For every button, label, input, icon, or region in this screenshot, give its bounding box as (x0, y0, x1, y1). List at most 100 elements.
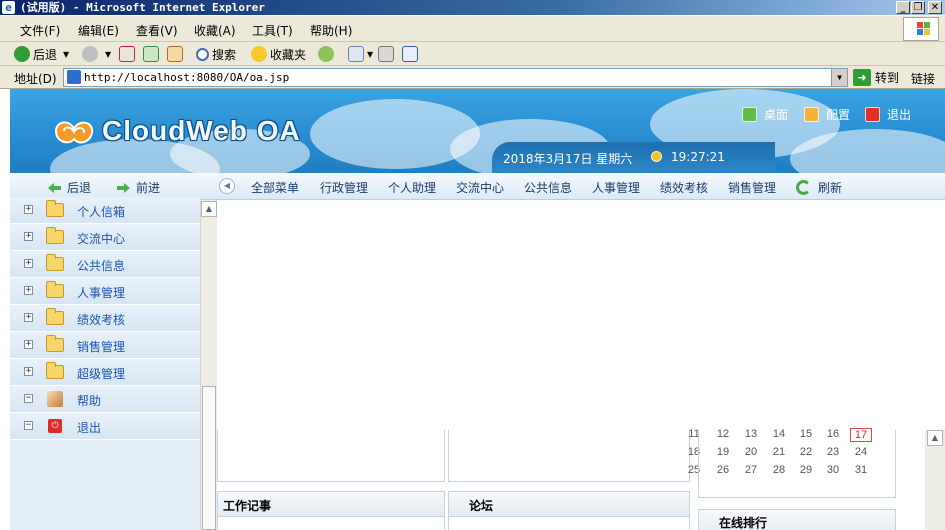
cloudweb-logo-icon (54, 121, 94, 144)
sidebar-item-label: 超级管理 (77, 367, 126, 381)
back-label: 后退 (33, 47, 58, 62)
menu-edit[interactable]: 编辑(E) (78, 22, 119, 39)
refresh-icon (143, 46, 159, 62)
back-dropdown-icon[interactable]: ▼ (63, 50, 69, 59)
online-rank-panel: 在线排行 (698, 509, 896, 530)
sidebar-item-sales[interactable]: + 销售管理 (10, 332, 200, 359)
expand-icon[interactable]: + (24, 340, 33, 349)
nav-sales[interactable]: 销售管理 (728, 179, 776, 196)
mail-dropdown-icon[interactable]: ▼ (367, 50, 373, 59)
address-label: 地址(D) (14, 72, 57, 86)
left-arrow-icon (48, 182, 61, 193)
folder-icon (46, 200, 64, 217)
nav-all-menu[interactable]: 全部菜单 (251, 179, 299, 196)
close-button[interactable]: ✕ (928, 1, 942, 14)
mail-button[interactable]: ▼ (348, 45, 373, 63)
desktop-icon (742, 107, 757, 122)
config-link[interactable]: 配置 (804, 106, 850, 123)
nav-forward-label: 前进 (136, 181, 161, 195)
refresh-button[interactable] (143, 45, 162, 63)
search-label: 搜索 (212, 47, 237, 62)
work-notes-title: 工作记事 (223, 499, 272, 513)
oa-nav-bar: 后退 前进 ◀ 全部菜单 行政管理 个人助理 交流中心 公共信息 人事管理 绩效… (10, 173, 945, 200)
search-button[interactable]: 搜索 (196, 45, 236, 63)
nav-refresh-button[interactable]: 刷新 (796, 179, 842, 196)
minimize-button[interactable]: _ (896, 1, 910, 14)
sidebar-item-public-info[interactable]: + 公共信息 (10, 251, 200, 278)
folder-icon (46, 281, 64, 298)
sidebar-item-label: 交流中心 (77, 232, 126, 246)
folder-icon (46, 308, 64, 325)
window-title: (试用版) - Microsoft Internet Explorer (20, 1, 265, 14)
forward-button[interactable]: ▼ (82, 45, 111, 63)
nav-performance[interactable]: 绩效考核 (660, 179, 708, 196)
nav-personal-assistant[interactable]: 个人助理 (388, 179, 436, 196)
content-scrollbar[interactable]: ▲ (925, 430, 945, 530)
nav-forward-button[interactable]: 前进 (117, 179, 160, 196)
sidebar-item-super-admin[interactable]: + 超级管理 (10, 359, 200, 386)
menu-tools[interactable]: 工具(T) (252, 22, 293, 39)
menu-help[interactable]: 帮助(H) (310, 22, 352, 39)
stop-button[interactable] (119, 45, 138, 63)
address-input[interactable]: http://localhost:8080/OA/oa.jsp ▼ (63, 68, 848, 87)
scroll-up-icon[interactable]: ▲ (927, 430, 943, 446)
sidebar-item-mailbox[interactable]: + 个人信箱 (10, 197, 200, 224)
go-arrow-icon: ➜ (853, 69, 871, 86)
desktop-link[interactable]: 桌面 (742, 106, 788, 123)
edit-button[interactable] (402, 45, 421, 63)
sidebar-item-communication[interactable]: + 交流中心 (10, 224, 200, 251)
sidebar-scrollbar[interactable]: ▲ (200, 200, 217, 530)
back-button[interactable]: 后退 ▼ (14, 45, 69, 63)
menu-file[interactable]: 文件(F) (20, 22, 60, 39)
links-button[interactable]: 链接 (911, 70, 935, 87)
expand-icon[interactable]: + (24, 232, 33, 241)
clock-icon (651, 151, 662, 162)
menu-view[interactable]: 查看(V) (136, 22, 178, 39)
windows-logo-icon (903, 17, 939, 41)
exit-icon: ⏻ (48, 419, 62, 433)
collapse-icon[interactable]: − (24, 394, 33, 403)
history-icon (318, 46, 334, 62)
oa-logo-text: CloudWeb OA (102, 115, 301, 146)
history-button[interactable] (318, 45, 337, 63)
config-icon (804, 107, 819, 122)
favorites-button[interactable]: 收藏夹 (251, 45, 306, 63)
expand-icon[interactable]: + (24, 259, 33, 268)
mail-icon (348, 46, 364, 62)
sidebar-item-hr[interactable]: + 人事管理 (10, 278, 200, 305)
expand-icon[interactable]: + (24, 205, 33, 214)
restore-button[interactable]: ❐ (911, 1, 925, 14)
nav-admin[interactable]: 行政管理 (320, 179, 368, 196)
address-dropdown-icon[interactable]: ▼ (831, 69, 847, 86)
scroll-up-icon[interactable]: ▲ (201, 201, 217, 217)
right-arrow-icon (117, 182, 130, 193)
nav-public-info[interactable]: 公共信息 (524, 179, 572, 196)
home-button[interactable] (167, 45, 186, 63)
sidebar-item-label: 帮助 (77, 394, 102, 408)
logout-link[interactable]: 退出 (865, 106, 911, 123)
expand-icon[interactable]: + (24, 367, 33, 376)
folder-icon (46, 362, 64, 379)
nav-scroll-left-icon[interactable]: ◀ (219, 178, 235, 194)
expand-icon[interactable]: + (24, 313, 33, 322)
config-label: 配置 (826, 108, 851, 122)
forward-dropdown-icon[interactable]: ▼ (105, 50, 111, 59)
menu-favorites[interactable]: 收藏(A) (194, 22, 236, 39)
collapse-icon[interactable]: − (24, 421, 33, 430)
go-button[interactable]: ➜ 转到 (853, 68, 899, 87)
forum-header: 论坛 (449, 492, 689, 517)
sidebar-item-performance[interactable]: + 绩效考核 (10, 305, 200, 332)
expand-icon[interactable]: + (24, 286, 33, 295)
logout-icon (865, 107, 880, 122)
sidebar-item-help[interactable]: − 帮助 (10, 386, 200, 413)
nav-back-button[interactable]: 后退 (48, 179, 91, 196)
stop-icon (119, 46, 135, 62)
nav-communication[interactable]: 交流中心 (456, 179, 504, 196)
nav-hr[interactable]: 人事管理 (592, 179, 640, 196)
scrollbar-thumb[interactable] (202, 386, 216, 530)
refresh-icon (796, 180, 811, 195)
print-button[interactable] (378, 45, 397, 63)
work-notes-header: 工作记事 (218, 492, 444, 517)
oa-header: CloudWeb OA 桌面 配置 退出 2018年3月17日 星期六 19:2… (10, 89, 945, 173)
sidebar-item-exit[interactable]: − ⏻ 退出 (10, 413, 200, 440)
